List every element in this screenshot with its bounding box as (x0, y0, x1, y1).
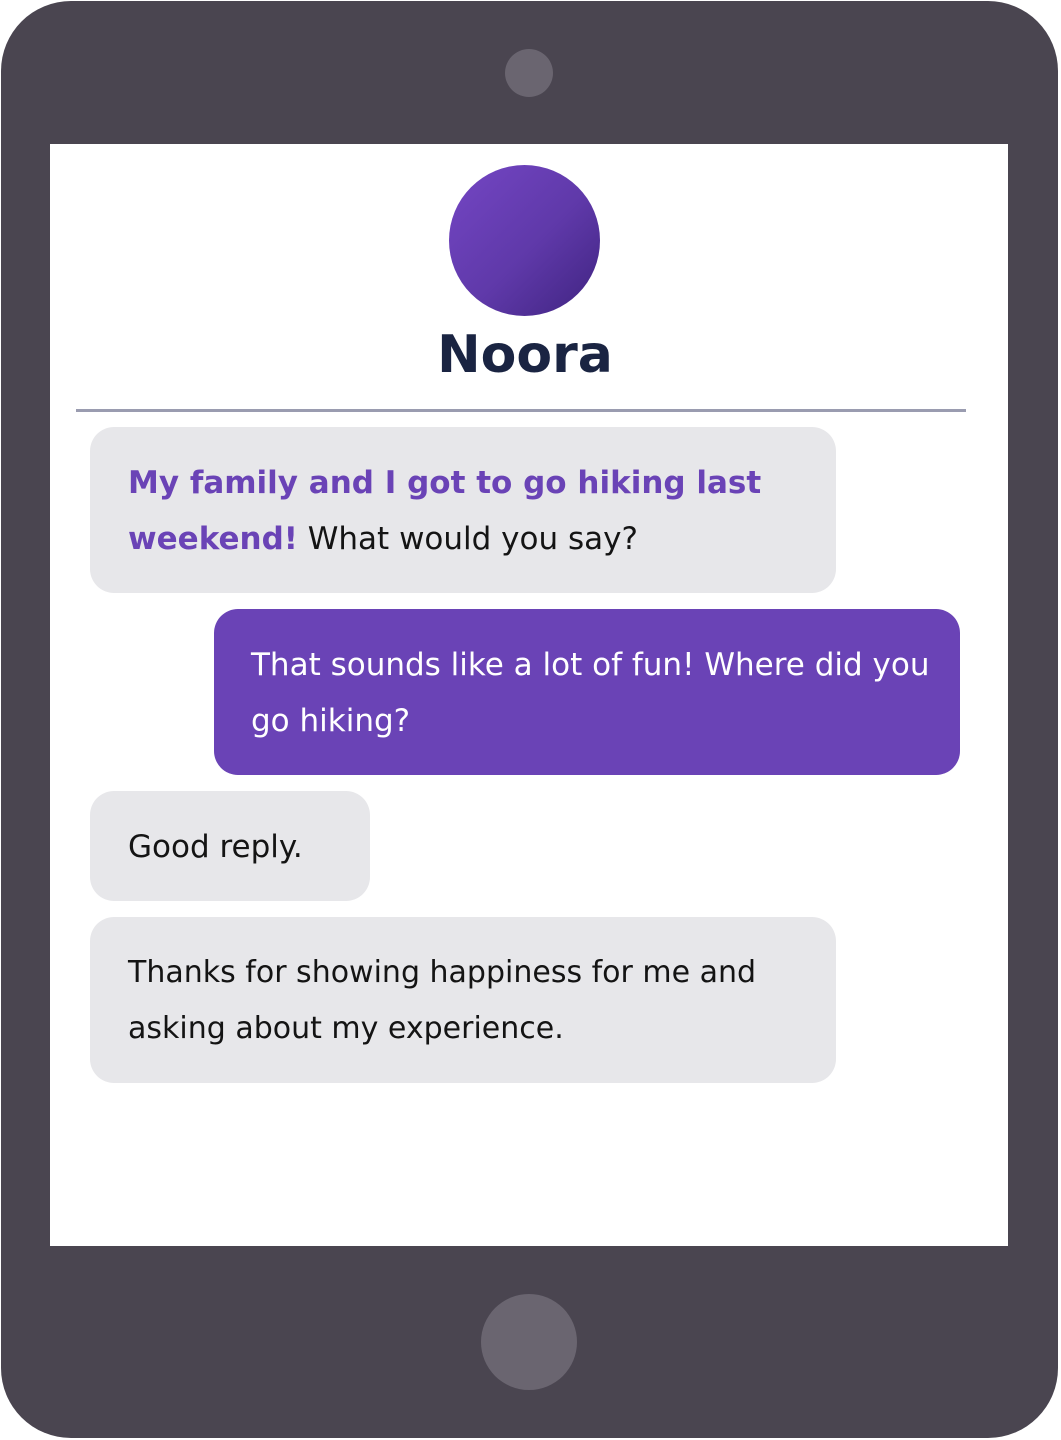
chat-screen: Noora My family and I got to go hiking l… (50, 144, 1008, 1246)
message-text: Thanks for showing happiness for me and … (128, 955, 757, 1046)
message-bubble-incoming: My family and I got to go hiking last we… (90, 427, 836, 593)
message-text: What would you say? (297, 521, 638, 557)
contact-name: Noora (437, 325, 613, 385)
message-text: That sounds like a lot of fun! Where did… (251, 647, 930, 739)
message-text: Good reply. (128, 829, 303, 865)
header-divider (76, 409, 966, 412)
message-bubble-outgoing: That sounds like a lot of fun! Where did… (214, 609, 960, 775)
avatar (449, 165, 600, 316)
tablet-frame: Noora My family and I got to go hiking l… (1, 1, 1058, 1438)
camera-icon (505, 49, 553, 97)
message-bubble-incoming: Thanks for showing happiness for me and … (90, 917, 836, 1083)
message-bubble-incoming: Good reply. (90, 791, 370, 901)
home-button[interactable] (481, 1294, 577, 1390)
